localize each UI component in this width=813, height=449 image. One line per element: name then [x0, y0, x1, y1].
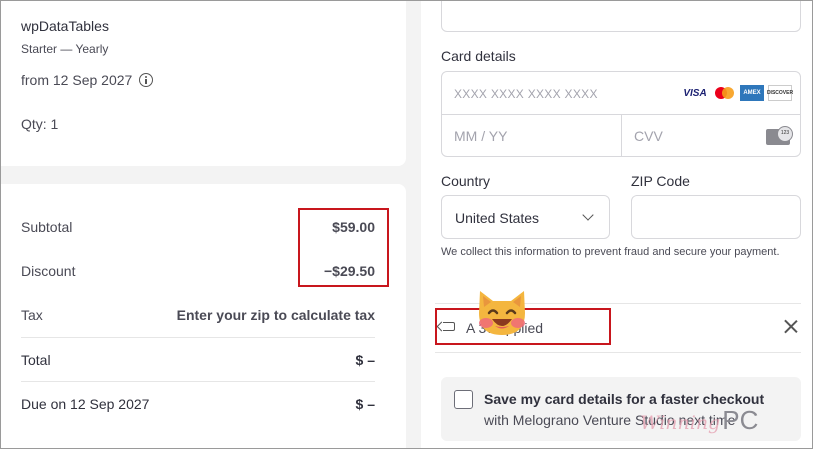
product-plan: Starter — Yearly: [21, 42, 109, 56]
product-name: wpDataTables: [21, 18, 109, 34]
tax-row: Tax Enter your zip to calculate tax: [21, 305, 375, 325]
subtotal-label: Subtotal: [21, 219, 73, 235]
card-brands: VISA AMEX DISCOVER: [682, 85, 793, 101]
zip-code-input[interactable]: [631, 195, 801, 239]
visa-icon: VISA: [683, 87, 707, 99]
divider: [21, 337, 375, 338]
country-value: United States: [455, 210, 540, 226]
total-label: Total: [21, 352, 51, 368]
mastercard-icon: [712, 85, 736, 101]
amex-icon: AMEX: [740, 85, 764, 101]
card-number-input[interactable]: XXXX XXXX XXXX XXXX VISA AMEX DISCOVER: [442, 72, 800, 115]
card-details-label: Card details: [441, 48, 516, 64]
watermark-script: Winning: [640, 412, 721, 434]
fraud-note: We collect this information to prevent f…: [441, 246, 780, 258]
tax-label: Tax: [21, 307, 43, 323]
due-label: Due on 12 Sep 2027: [21, 396, 150, 412]
divider: [435, 352, 801, 353]
zip-label: ZIP Code: [631, 173, 690, 189]
cvc-card-icon: [766, 126, 793, 145]
start-date-row: from 12 Sep 2027: [21, 72, 154, 88]
close-icon[interactable]: [783, 318, 799, 334]
discount-label: Discount: [21, 263, 76, 279]
quantity: Qty: 1: [21, 116, 59, 132]
save-card-checkbox[interactable]: [454, 390, 473, 409]
watermark: Winning PC: [640, 405, 758, 436]
tax-value: Enter your zip to calculate tax: [176, 307, 375, 323]
product-card: wpDataTables Starter — Yearly from 12 Se…: [0, 0, 406, 166]
due-row: Due on 12 Sep 2027 $ –: [21, 394, 375, 414]
watermark-pc: PC: [722, 405, 759, 435]
discover-icon: DISCOVER: [767, 85, 793, 101]
cat-emoji-icon: [479, 291, 525, 335]
expiry-placeholder: MM / YY: [454, 128, 508, 144]
email-field[interactable]: [441, 0, 801, 32]
payment-panel: Card details XXXX XXXX XXXX XXXX VISA AM…: [421, 0, 813, 449]
start-date: from 12 Sep 2027: [21, 72, 133, 88]
cvv-input[interactable]: CVV: [622, 115, 800, 156]
total-row: Total $ –: [21, 350, 375, 370]
card-input-group: XXXX XXXX XXXX XXXX VISA AMEX DISCOVER M…: [441, 71, 801, 157]
cvv-placeholder: CVV: [634, 128, 663, 144]
chevron-down-icon: [582, 209, 594, 221]
country-select[interactable]: United States: [441, 195, 610, 239]
info-icon[interactable]: [139, 73, 154, 87]
country-label: Country: [441, 173, 491, 189]
card-number-placeholder: XXXX XXXX XXXX XXXX: [454, 87, 598, 101]
price-highlight-box: [298, 208, 389, 287]
total-value: $ –: [355, 352, 375, 368]
divider: [21, 381, 375, 382]
due-value: $ –: [355, 396, 375, 412]
expiry-input[interactable]: MM / YY: [442, 115, 622, 156]
